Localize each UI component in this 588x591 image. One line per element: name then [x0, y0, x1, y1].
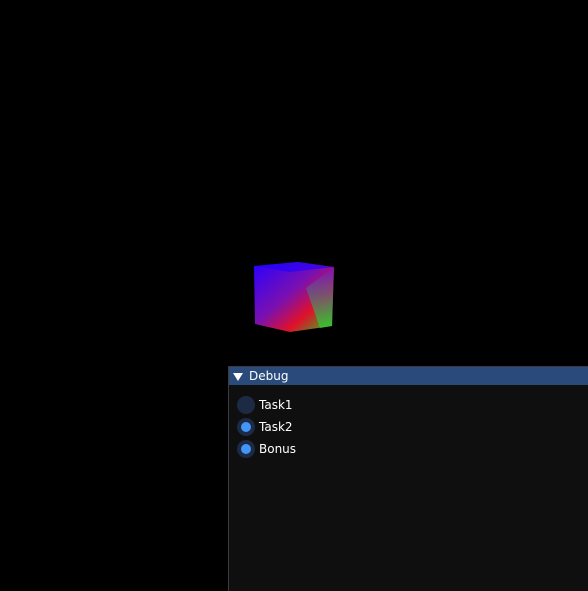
radio-button-icon[interactable] — [237, 396, 255, 414]
radio-selected-dot-icon — [241, 444, 251, 454]
radio-label: Bonus — [259, 442, 297, 456]
radio-bonus[interactable]: Bonus — [237, 438, 588, 460]
radio-button-icon[interactable] — [237, 440, 255, 458]
radio-label: Task2 — [259, 420, 293, 434]
radio-selected-dot-icon — [241, 422, 251, 432]
radio-button-icon[interactable] — [237, 418, 255, 436]
debug-title: Debug — [249, 369, 289, 383]
debug-title-bar[interactable]: Debug — [229, 367, 588, 385]
radio-list: Task1 Task2 Bonus — [229, 385, 588, 460]
debug-window: Debug Task1 Task2 Bonus — [228, 366, 588, 591]
radio-task1[interactable]: Task1 — [237, 394, 588, 416]
radio-task2[interactable]: Task2 — [237, 416, 588, 438]
collapse-arrow-icon[interactable] — [233, 372, 243, 381]
cube-icon — [254, 262, 334, 332]
radio-label: Task1 — [259, 398, 293, 412]
